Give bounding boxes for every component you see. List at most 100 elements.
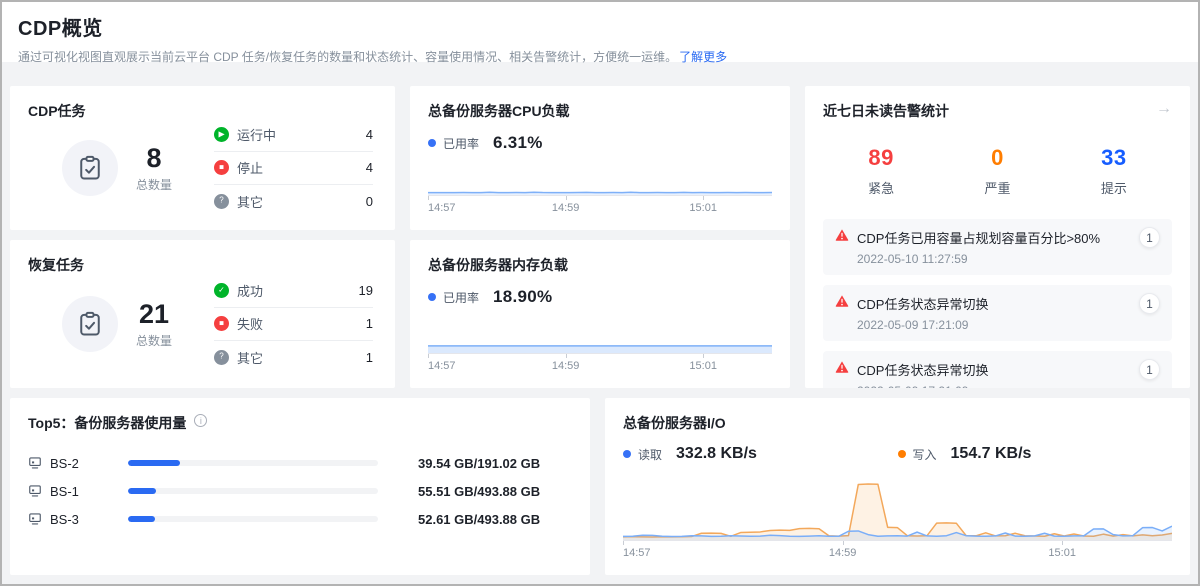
stat-value: 1 (366, 316, 373, 331)
server-usage-value: 55.51 GB/493.88 GB (418, 484, 540, 499)
cdp-tasks-card: CDP任务 8 总数量 (10, 86, 395, 230)
alert-item[interactable]: CDP任务状态异常切换 1 2022-05-09 17:21:09 (823, 351, 1172, 388)
stat-label: 停止 (237, 158, 263, 177)
io-write-legend: 写入 154.7 KB/s (898, 445, 1173, 463)
legend-dot-blue (428, 293, 436, 301)
stat-value: 19 (359, 283, 373, 298)
question-circle-icon: ? (214, 194, 229, 209)
stat-value: 4 (366, 127, 373, 142)
server-icon (28, 484, 42, 498)
cdp-tasks-stat-list: ▶ 运行中 4 ■ 停止 4 ? 其它 0 (214, 119, 373, 218)
restore-tasks-card: 恢复任务 21 总数量 (10, 240, 395, 388)
x-tick-label: 14:57 (428, 360, 456, 372)
memory-load-card-title: 总备份服务器内存负载 (428, 255, 772, 275)
cpu-load-chart-plot (428, 157, 772, 195)
alert-count-badge: 1 (1139, 227, 1160, 248)
alert-item[interactable]: CDP任务已用容量占规划容量百分比>80% 1 2022-05-10 11:27… (823, 219, 1172, 275)
alert-timestamp: 2022-05-10 11:27:59 (835, 252, 1160, 266)
stat-label: 失败 (237, 314, 263, 333)
x-tick-label: 15:01 (689, 202, 717, 214)
stat-value: 0 (366, 194, 373, 209)
cpu-load-card-title: 总备份服务器CPU负载 (428, 101, 772, 121)
dashboard-body: CDP任务 8 总数量 (2, 62, 1198, 575)
warning-triangle-icon (835, 360, 849, 379)
io-read-legend: 读取 332.8 KB/s (623, 445, 898, 463)
clipboard-icon (62, 140, 118, 196)
cdp-tasks-total-summary: 8 总数量 (62, 140, 172, 196)
warning-triangle-icon (835, 294, 849, 313)
page-title: CDP概览 (18, 12, 1198, 41)
stat-row-other: ? 其它 0 (214, 185, 373, 218)
alarm-stat-info: 33 提示 (1056, 145, 1172, 197)
info-icon[interactable]: i (194, 414, 207, 427)
cpu-legend: 已用率 6.31% (428, 133, 772, 153)
server-icon (28, 512, 42, 526)
alarm-critical-count: 89 (823, 145, 939, 171)
legend-dot-blue (428, 139, 436, 147)
alarm-card: 近七日未读告警统计 → 89 紧急 0 严重 33 提示 (805, 86, 1190, 388)
x-tick-label: 14:59 (552, 360, 580, 372)
alert-title: CDP任务状态异常切换 (857, 294, 988, 313)
memory-chart-x-axis: 14:57 14:59 15:01 (428, 353, 772, 373)
stat-row-stopped: ■ 停止 4 (214, 152, 373, 185)
alert-timestamp: 2022-05-09 17:21:09 (835, 318, 1160, 332)
arrow-right-icon[interactable]: → (1156, 101, 1172, 117)
restore-tasks-total-value: 21 (136, 299, 172, 329)
legend-dot-orange (898, 450, 906, 458)
stat-label: 其它 (237, 348, 263, 367)
server-usage-list: BS-2 39.54 GB/191.02 GB BS-1 55.51 GB/49… (28, 449, 572, 533)
stop-circle-icon: ■ (214, 160, 229, 175)
server-usage-value: 52.61 GB/493.88 GB (418, 512, 540, 527)
page-subtitle-text: 通过可视化视图直观展示当前云平台 CDP 任务/恢复任务的数量和状态统计、容量使… (18, 50, 677, 64)
io-card-title: 总备份服务器I/O (623, 413, 1172, 433)
cpu-chart-x-axis: 14:57 14:59 15:01 (428, 195, 772, 215)
alarm-severe-label: 严重 (939, 178, 1055, 197)
server-icon (28, 456, 42, 470)
memory-legend: 已用率 18.90% (428, 287, 772, 307)
stat-row-other: ? 其它 1 (214, 341, 373, 374)
usage-bar (128, 460, 378, 466)
x-tick-label: 15:01 (1048, 547, 1076, 559)
io-read-label: 读取 (638, 446, 662, 463)
alert-item[interactable]: CDP任务状态异常切换 1 2022-05-09 17:21:09 (823, 285, 1172, 341)
alarm-info-label: 提示 (1056, 178, 1172, 197)
alarm-stat-critical: 89 紧急 (823, 145, 939, 197)
stat-value: 4 (366, 160, 373, 175)
io-chart-plot (623, 478, 1172, 540)
alarm-stat-severe: 0 严重 (939, 145, 1055, 197)
io-card: 总备份服务器I/O 读取 332.8 KB/s 写入 154.7 KB/s (605, 398, 1190, 575)
stat-value: 1 (366, 350, 373, 365)
stat-label: 成功 (237, 281, 263, 300)
io-chart-x-axis: 14:57 14:59 15:01 (623, 540, 1172, 560)
x-tick-label: 14:59 (552, 202, 580, 214)
restore-tasks-stat-list: ✓ 成功 19 ■ 失败 1 ? 其它 1 (214, 275, 373, 374)
stat-label: 运行中 (237, 125, 276, 144)
x-tick-label: 14:57 (428, 202, 456, 214)
learn-more-link[interactable]: 了解更多 (679, 50, 727, 64)
alert-count-badge: 1 (1139, 293, 1160, 314)
alarm-list: CDP任务已用容量占规划容量百分比>80% 1 2022-05-10 11:27… (823, 219, 1172, 388)
io-legends: 读取 332.8 KB/s 写入 154.7 KB/s (623, 445, 1172, 463)
alert-title: CDP任务已用容量占规划容量百分比>80% (857, 228, 1100, 247)
memory-load-card: 总备份服务器内存负载 已用率 18.90% 14:57 14:59 15:01 (410, 240, 790, 388)
usage-bar (128, 516, 378, 522)
x-tick-label: 15:01 (689, 360, 717, 372)
restore-tasks-total-label: 总数量 (136, 332, 172, 349)
server-name: BS-2 (50, 456, 128, 471)
server-name: BS-3 (50, 512, 128, 527)
server-usage-row: BS-1 55.51 GB/493.88 GB (28, 477, 572, 505)
page-header: CDP概览 通过可视化视图直观展示当前云平台 CDP 任务/恢复任务的数量和状态… (2, 2, 1198, 62)
cpu-legend-label: 已用率 (443, 135, 479, 152)
clipboard-icon (62, 296, 118, 352)
top5-card: Top5：备份服务器使用量 i BS-2 39.54 GB/191.02 GB (10, 398, 590, 575)
alert-title: CDP任务状态异常切换 (857, 360, 988, 379)
io-write-label: 写入 (913, 446, 937, 463)
memory-load-chart: 14:57 14:59 15:01 (428, 315, 772, 373)
cpu-load-chart: 14:57 14:59 15:01 (428, 157, 772, 215)
cpu-usage-value: 6.31% (493, 133, 543, 153)
alarm-stats: 89 紧急 0 严重 33 提示 (823, 145, 1172, 197)
cdp-overview-page: CDP概览 通过可视化视图直观展示当前云平台 CDP 任务/恢复任务的数量和状态… (0, 0, 1200, 586)
memory-load-chart-plot (428, 315, 772, 353)
x-tick-label: 14:59 (829, 547, 857, 559)
stat-row-failed: ■ 失败 1 (214, 308, 373, 341)
